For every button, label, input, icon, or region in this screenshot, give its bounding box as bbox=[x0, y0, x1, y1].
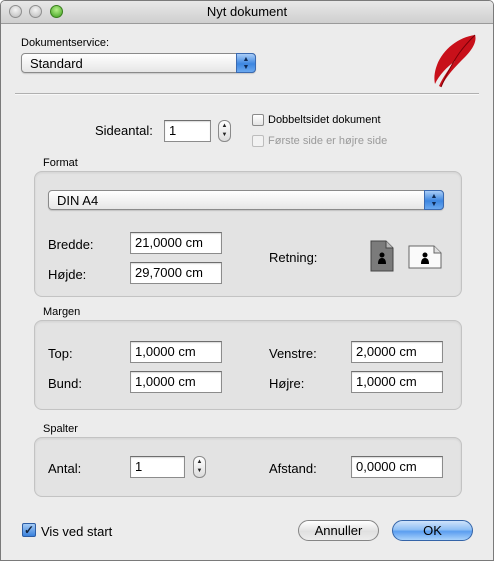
feather-quill-icon bbox=[434, 34, 476, 88]
new-document-dialog: Nyt dokument Dokumentservice: Standard ▲… bbox=[0, 0, 494, 561]
landscape-page-icon[interactable] bbox=[408, 245, 442, 269]
column-gap-label: Afstand: bbox=[269, 461, 317, 476]
document-service-popup[interactable]: Standard ▲ ▼ bbox=[21, 53, 256, 73]
page-count-label: Sideantal: bbox=[95, 123, 153, 138]
top-margin-label: Top: bbox=[48, 346, 73, 361]
margins-group-title: Margen bbox=[43, 306, 81, 318]
bottom-margin-label: Bund: bbox=[48, 376, 82, 391]
popup-arrows-icon: ▲ ▼ bbox=[424, 190, 444, 210]
right-margin-field[interactable]: 1,0000 cm bbox=[351, 371, 443, 393]
cancel-button[interactable]: Annuller bbox=[298, 520, 379, 541]
document-service-value: Standard bbox=[30, 56, 83, 71]
format-group-title: Format bbox=[43, 157, 78, 169]
paper-size-value: DIN A4 bbox=[57, 193, 99, 208]
show-at-start-checkbox[interactable]: ✓ bbox=[22, 523, 36, 537]
paper-size-popup[interactable]: DIN A4 ▲ ▼ bbox=[48, 190, 444, 210]
left-margin-label: Venstre: bbox=[269, 346, 317, 361]
double-sided-checkbox[interactable] bbox=[252, 114, 264, 126]
height-field[interactable]: 29,7000 cm bbox=[130, 262, 222, 284]
window-title: Nyt dokument bbox=[206, 4, 288, 19]
show-at-start-label: Vis ved start bbox=[41, 524, 113, 539]
page-count-stepper[interactable]: ▲ ▼ bbox=[218, 120, 231, 142]
right-margin-label: Højre: bbox=[269, 376, 305, 391]
orientation-label: Retning: bbox=[269, 250, 318, 265]
separator bbox=[15, 93, 479, 95]
column-count-field[interactable]: 1 bbox=[130, 456, 185, 478]
document-service-label: Dokumentservice: bbox=[21, 37, 110, 49]
columns-group-title: Spalter bbox=[43, 423, 78, 435]
margins-group bbox=[34, 320, 462, 410]
bottom-margin-field[interactable]: 1,0000 cm bbox=[130, 371, 222, 393]
title-bar: Nyt dokument bbox=[1, 1, 493, 24]
column-count-stepper[interactable]: ▲ ▼ bbox=[193, 456, 206, 478]
first-page-right-label: Første side er højre side bbox=[268, 135, 388, 147]
first-page-right-checkbox[interactable] bbox=[252, 135, 264, 147]
page-count-field[interactable]: 1 bbox=[164, 120, 211, 142]
left-margin-field[interactable]: 2,0000 cm bbox=[351, 341, 443, 363]
width-label: Bredde: bbox=[48, 237, 94, 252]
height-label: Højde: bbox=[48, 267, 87, 282]
ok-button[interactable]: OK bbox=[392, 520, 473, 541]
double-sided-label: Dobbeltsidet dokument bbox=[268, 114, 381, 126]
column-gap-field[interactable]: 0,0000 cm bbox=[351, 456, 443, 478]
width-field[interactable]: 21,0000 cm bbox=[130, 232, 222, 254]
top-margin-field[interactable]: 1,0000 cm bbox=[130, 341, 222, 363]
portrait-page-icon[interactable] bbox=[370, 240, 394, 272]
column-count-label: Antal: bbox=[48, 461, 82, 476]
popup-arrows-icon: ▲ ▼ bbox=[236, 53, 256, 73]
